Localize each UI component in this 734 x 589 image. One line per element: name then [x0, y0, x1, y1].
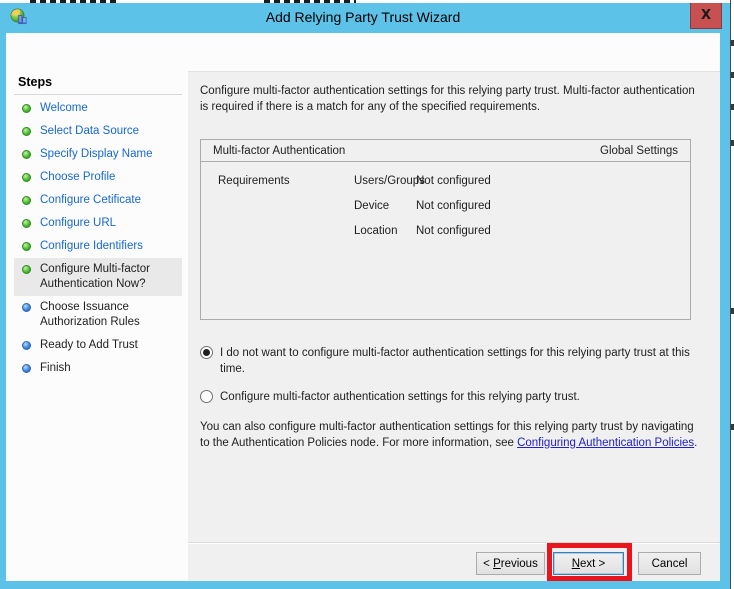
- step-done-bullet-icon: [22, 219, 31, 228]
- step-done-bullet-icon: [22, 173, 31, 182]
- requirement-name: Location: [354, 225, 398, 237]
- window-title: Add Relying Party Trust Wizard: [265, 9, 461, 25]
- wizard-page-content: Configure multi-factor authentication se…: [188, 71, 720, 581]
- close-icon: X: [700, 7, 712, 23]
- requirement-value: Not configured: [416, 200, 491, 212]
- background-window-edge: [730, 0, 734, 589]
- step-choose-issuance-authorization-rules: Choose Issuance Authorization Rules: [14, 296, 182, 334]
- steps-list: Welcome Select Data Source Specify Displ…: [14, 97, 188, 380]
- step-done-bullet-icon: [22, 196, 31, 205]
- step-todo-bullet-icon: [22, 341, 31, 350]
- step-done-bullet-icon: [22, 150, 31, 159]
- step-configure-mfa-now[interactable]: Configure Multi-factor Authentication No…: [14, 258, 182, 296]
- configuring-authentication-policies-link[interactable]: Configuring Authentication Policies: [517, 437, 694, 449]
- mfa-box-title: Multi-factor Authentication: [213, 145, 346, 157]
- global-settings-label: Global Settings: [600, 145, 678, 157]
- step-done-bullet-icon: [22, 127, 31, 136]
- step-welcome[interactable]: Welcome: [14, 97, 182, 120]
- requirement-value: Not configured: [416, 225, 491, 237]
- radio-unselected-icon[interactable]: [200, 390, 213, 403]
- add-relying-party-trust-wizard-dialog: Add Relying Party Trust Wizard X Steps W…: [0, 3, 730, 589]
- step-done-bullet-icon: [22, 242, 31, 251]
- step-configure-identifiers[interactable]: Configure Identifiers: [14, 235, 182, 258]
- requirements-label: Requirements: [218, 175, 290, 187]
- step-ready-to-add-trust: Ready to Add Trust: [14, 334, 182, 357]
- mfa-choice-radio-group: I do not want to configure multi-factor …: [200, 345, 700, 405]
- steps-sidebar: Steps Welcome Select Data Source Specify…: [6, 33, 188, 581]
- close-button[interactable]: X: [690, 3, 722, 29]
- mfa-requirement-row: Device Not configured: [218, 200, 690, 225]
- mfa-groupbox: Multi-factor Authentication Global Setti…: [200, 139, 691, 320]
- titlebar[interactable]: Add Relying Party Trust Wizard X: [6, 3, 722, 33]
- dialog-body: Steps Welcome Select Data Source Specify…: [6, 33, 720, 581]
- step-configure-url[interactable]: Configure URL: [14, 212, 182, 235]
- mfa-requirement-row: Location Not configured: [218, 225, 690, 250]
- step-choose-profile[interactable]: Choose Profile: [14, 166, 182, 189]
- step-specify-display-name[interactable]: Specify Display Name: [14, 143, 182, 166]
- step-todo-bullet-icon: [22, 364, 31, 373]
- requirement-name: Device: [354, 200, 390, 212]
- mfa-groupbox-header: Multi-factor Authentication Global Setti…: [201, 140, 690, 162]
- mfa-groupbox-body: Requirements Users/Groups Not configured…: [201, 162, 690, 250]
- step-configure-certificate[interactable]: Configure Cetificate: [14, 189, 182, 212]
- steps-divider: [14, 94, 182, 95]
- radio-do-not-configure-mfa[interactable]: I do not want to configure multi-factor …: [200, 345, 712, 377]
- radio-configure-mfa[interactable]: Configure multi-factor authentication se…: [200, 389, 712, 405]
- step-done-bullet-icon: [22, 104, 31, 113]
- page-description: Configure multi-factor authentication se…: [200, 85, 695, 113]
- footer-note: You can also configure multi-factor auth…: [200, 421, 698, 449]
- screen: Add Relying Party Trust Wizard X Steps W…: [0, 0, 734, 589]
- step-todo-bullet-icon: [22, 303, 31, 312]
- steps-header: Steps: [18, 75, 53, 89]
- step-current-bullet-icon: [22, 265, 31, 274]
- radio-selected-icon[interactable]: [200, 346, 213, 359]
- mfa-requirement-row: Requirements Users/Groups Not configured: [218, 175, 690, 200]
- requirement-name: Users/Groups: [354, 175, 425, 187]
- cancel-button[interactable]: Cancel: [638, 552, 701, 575]
- step-select-data-source[interactable]: Select Data Source: [14, 120, 182, 143]
- step-finish: Finish: [14, 357, 182, 380]
- previous-button[interactable]: < Previous: [476, 552, 545, 575]
- requirement-value: Not configured: [416, 175, 491, 187]
- button-bar-divider: [188, 542, 720, 544]
- next-button[interactable]: Next >: [553, 552, 624, 575]
